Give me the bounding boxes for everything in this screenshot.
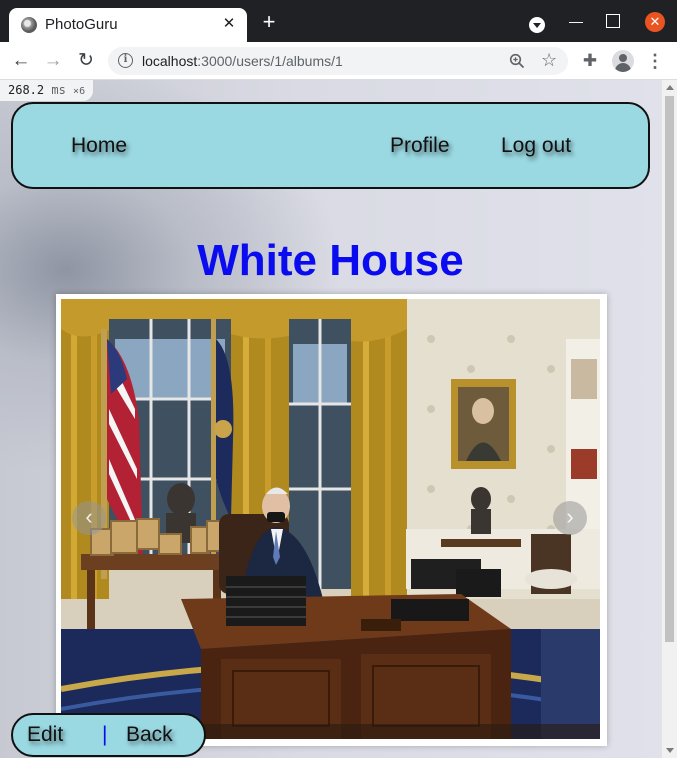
browser-titlebar: PhotoGuru ✕ + — ✕ (0, 0, 677, 42)
back-arrow-icon[interactable]: ← (9, 49, 33, 73)
forward-arrow-icon[interactable]: → (41, 49, 65, 73)
page-viewport: Home Profile Log out White House ‹ › Edi… (0, 80, 661, 758)
minimize-icon[interactable]: — (566, 12, 586, 32)
nav-profile-link[interactable]: Profile (390, 134, 450, 158)
album-actions-bar: Edit | Back (11, 713, 206, 757)
url-path: :3000/users/1/albums/1 (197, 53, 343, 69)
reload-icon[interactable]: ↻ (74, 49, 98, 73)
extensions-puzzle-icon[interactable]: ✚ (580, 51, 600, 71)
back-link[interactable]: Back (126, 723, 173, 747)
url-text[interactable]: localhost:3000/users/1/albums/1 (142, 53, 343, 69)
perf-multiplier: ×6 (73, 86, 86, 97)
tab-search-icon[interactable] (529, 17, 545, 33)
photo-carousel: ‹ › (56, 294, 607, 746)
album-title: White House (197, 236, 464, 285)
site-navbar: Home Profile Log out (11, 102, 650, 189)
perf-value: 268.2 (8, 83, 45, 97)
carousel-prev-icon[interactable]: ‹ (72, 501, 106, 535)
browser-toolbar: ← → ↻ i localhost:3000/users/1/albums/1 … (0, 42, 677, 80)
kebab-menu-icon[interactable]: ⋮ (646, 51, 664, 71)
browser-tab[interactable]: PhotoGuru ✕ (9, 8, 247, 42)
page-scrollbar[interactable] (661, 80, 677, 758)
window-close-icon[interactable]: ✕ (645, 12, 665, 32)
tab-close-icon[interactable]: ✕ (219, 14, 239, 34)
footer-separator: | (102, 723, 108, 746)
zoom-icon[interactable] (509, 53, 525, 69)
tab-title: PhotoGuru (45, 16, 118, 33)
url-host: localhost (142, 53, 198, 69)
profile-avatar-icon[interactable] (612, 50, 634, 72)
favicon-icon (21, 17, 37, 33)
perf-overlay: 268.2 ms ×6 (0, 80, 94, 101)
bookmark-star-icon[interactable]: ☆ (541, 50, 557, 71)
site-info-icon[interactable]: i (118, 53, 133, 68)
carousel-next-icon[interactable]: › (553, 501, 587, 535)
perf-unit: ms (51, 83, 66, 97)
nav-logout-link[interactable]: Log out (501, 134, 571, 158)
new-tab-icon[interactable]: + (257, 10, 281, 34)
scroll-up-arrow-icon[interactable] (666, 85, 674, 90)
nav-home-link[interactable]: Home (71, 134, 127, 158)
scroll-thumb[interactable] (665, 96, 674, 642)
edit-album-link[interactable]: Edit (27, 723, 63, 747)
scroll-down-arrow-icon[interactable] (666, 748, 674, 753)
address-bar[interactable]: i localhost:3000/users/1/albums/1 ☆ (108, 47, 568, 75)
maximize-icon[interactable] (606, 14, 620, 28)
album-photo (61, 299, 600, 739)
